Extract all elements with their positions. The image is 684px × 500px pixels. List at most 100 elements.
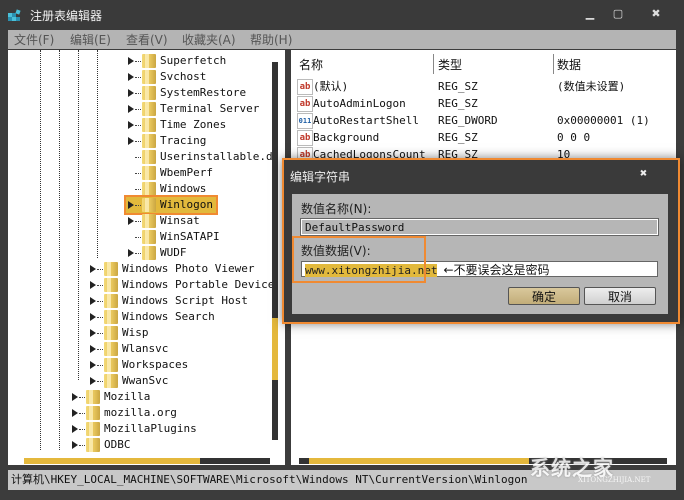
tree-connector xyxy=(135,157,141,158)
tree-item[interactable]: ODBC xyxy=(70,437,250,453)
tree-connector xyxy=(79,397,85,398)
tree-connector xyxy=(97,349,103,350)
value-row[interactable]: 011 AutoRestartShell REG_DWORD 0x00000001 (… xyxy=(291,112,676,129)
expand-arrow-icon[interactable] xyxy=(72,393,78,401)
tree-item-label: Windows Photo Viewer xyxy=(122,262,255,275)
tree-item[interactable]: Winsat xyxy=(126,213,285,229)
watermark-subtext: XITONGZHIJIA.NET xyxy=(578,476,651,484)
tree-item[interactable]: Mozilla xyxy=(70,389,250,405)
expand-arrow-icon[interactable] xyxy=(90,281,96,289)
menu-help[interactable]: 帮助(H) xyxy=(250,31,292,48)
menu-file[interactable]: 文件(F) xyxy=(14,31,54,48)
annotation-text: ←不要误会这是密码 xyxy=(443,263,550,277)
tree-item[interactable]: Windows Photo Viewer xyxy=(88,261,268,277)
tree-item[interactable]: SystemRestore xyxy=(126,85,285,101)
column-separator[interactable] xyxy=(433,54,434,74)
tree-item[interactable]: mozilla.org xyxy=(70,405,250,421)
tree-item-label: Mozilla xyxy=(104,390,151,403)
folder-icon xyxy=(86,422,100,436)
tree-item[interactable]: WinSATAPI xyxy=(126,229,285,245)
title-bar: 注册表编辑器 ▁ ▢ ✖ xyxy=(0,0,684,30)
folder-icon xyxy=(142,134,156,148)
tree-item[interactable]: Winlogon xyxy=(124,195,218,215)
tree-item[interactable]: Terminal Server xyxy=(126,101,285,117)
tree-connector xyxy=(135,125,141,126)
tree-item[interactable]: Wisp xyxy=(88,325,268,341)
value-row[interactable]: ab AutoAdminLogon REG_SZ xyxy=(291,95,676,112)
expand-arrow-icon[interactable] xyxy=(128,201,134,209)
expand-arrow-icon[interactable] xyxy=(90,313,96,321)
minimize-button[interactable]: ▁ xyxy=(580,6,600,22)
column-header-data[interactable]: 数据 xyxy=(557,56,581,73)
expand-arrow-icon[interactable] xyxy=(90,361,96,369)
menu-favorites[interactable]: 收藏夹(A) xyxy=(182,31,236,48)
expand-arrow-icon[interactable] xyxy=(128,137,134,145)
tree-item[interactable]: Windows Search xyxy=(88,309,268,325)
value-name-field[interactable]: DefaultPassword xyxy=(300,218,659,236)
expand-arrow-icon[interactable] xyxy=(90,297,96,305)
maximize-button[interactable]: ▢ xyxy=(608,6,628,22)
value-row[interactable]: ab (默认) REG_SZ (数值未设置) xyxy=(291,78,676,95)
tree-connector xyxy=(97,317,103,318)
dialog-close-icon[interactable]: ✖ xyxy=(640,166,647,180)
tree-connector xyxy=(97,269,103,270)
menu-edit[interactable]: 编辑(E) xyxy=(70,31,111,48)
tree-connector xyxy=(97,301,103,302)
value-row[interactable]: ab Background REG_SZ 0 0 0 xyxy=(291,129,676,146)
expand-arrow-icon[interactable] xyxy=(72,425,78,433)
tree-item[interactable]: Superfetch xyxy=(126,53,285,69)
tree-item[interactable]: Time Zones xyxy=(126,117,285,133)
expand-arrow-icon[interactable] xyxy=(90,329,96,337)
tree-item[interactable]: Svchost xyxy=(126,69,285,85)
tree-item[interactable]: Wlansvc xyxy=(88,341,268,357)
expand-arrow-icon[interactable] xyxy=(72,409,78,417)
folder-icon xyxy=(86,406,100,420)
expand-arrow-icon[interactable] xyxy=(72,441,78,449)
value-name-label: 数值名称(N): xyxy=(301,202,372,216)
column-header-name[interactable]: 名称 xyxy=(299,56,323,73)
close-button[interactable]: ✖ xyxy=(646,6,666,22)
expand-arrow-icon[interactable] xyxy=(128,249,134,257)
folder-icon xyxy=(142,214,156,228)
column-header-type[interactable]: 类型 xyxy=(438,56,462,73)
ok-button[interactable]: 确定 xyxy=(508,287,580,305)
registry-tree[interactable]: Superfetch Svchost SystemRestore Terminal S… xyxy=(8,50,285,465)
tree-item[interactable]: WUDF xyxy=(126,245,285,261)
expand-arrow-icon[interactable] xyxy=(128,73,134,81)
tree-item[interactable]: Windows Script Host xyxy=(88,293,268,309)
tree-vertical-scrollbar[interactable] xyxy=(272,62,278,440)
tree-item-label: WinSATAPI xyxy=(160,230,220,243)
dialog-title: 编辑字符串 xyxy=(290,170,351,184)
window-title: 注册表编辑器 xyxy=(30,9,103,23)
expand-arrow-icon[interactable] xyxy=(128,217,134,225)
expand-arrow-icon[interactable] xyxy=(90,377,96,385)
expand-arrow-icon[interactable] xyxy=(128,89,134,97)
tree-item[interactable]: Userinstallable.d xyxy=(126,149,285,165)
cancel-button[interactable]: 取消 xyxy=(584,287,656,305)
tree-vertical-scroll-thumb[interactable] xyxy=(272,318,278,380)
tree-item[interactable]: Workspaces xyxy=(88,357,268,373)
expand-arrow-icon[interactable] xyxy=(128,57,134,65)
tree-item[interactable]: WbemPerf xyxy=(126,165,285,181)
expand-arrow-icon[interactable] xyxy=(128,105,134,113)
tree-item-label: Terminal Server xyxy=(160,102,260,115)
tree-connector xyxy=(97,333,103,334)
tree-item[interactable]: Tracing xyxy=(126,133,285,149)
tree-guide-line xyxy=(59,50,60,450)
expand-arrow-icon[interactable] xyxy=(90,345,96,353)
expand-arrow-icon[interactable] xyxy=(90,265,96,273)
tree-item[interactable]: WwanSvc xyxy=(88,373,268,389)
folder-icon xyxy=(142,182,156,196)
tree-item[interactable]: Windows Portable Device xyxy=(88,277,274,293)
tree-guide-line xyxy=(40,50,41,450)
tree-item-label: WwanSvc xyxy=(122,374,169,387)
menu-view[interactable]: 查看(V) xyxy=(126,31,168,48)
column-separator[interactable] xyxy=(553,54,554,74)
expand-arrow-icon[interactable] xyxy=(128,121,134,129)
tree-horizontal-scroll-thumb[interactable] xyxy=(24,458,200,464)
tree-connector xyxy=(135,93,141,94)
tree-item-label: Wisp xyxy=(122,326,149,339)
list-horizontal-scroll-thumb[interactable] xyxy=(309,458,529,464)
tree-item[interactable]: Windows xyxy=(126,181,285,197)
tree-item[interactable]: MozillaPlugins xyxy=(70,421,250,437)
